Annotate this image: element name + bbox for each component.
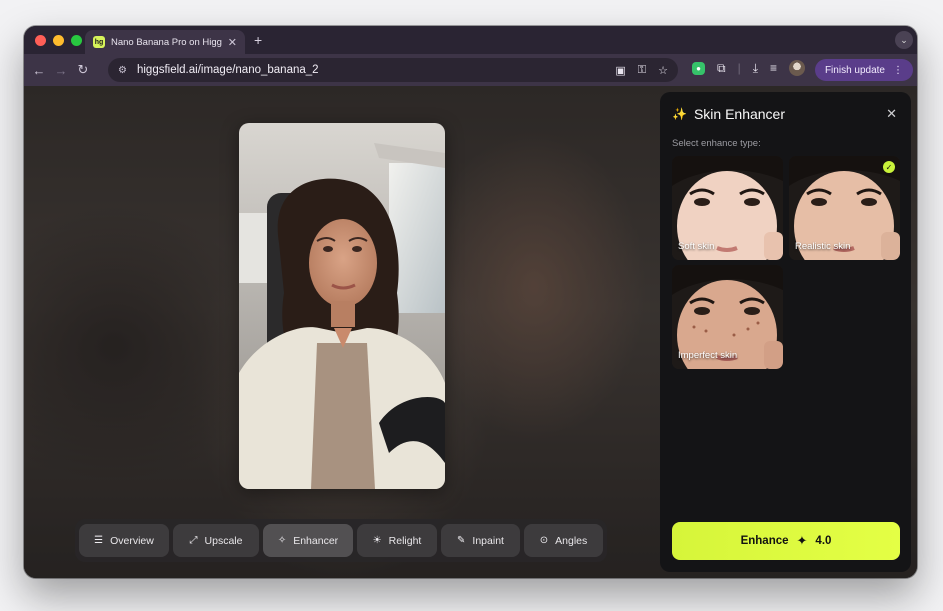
browser-window: hg Nano Banana Pro on Higgsfield ✕ + ⌄ ←… [24, 26, 917, 578]
site-settings-icon[interactable]: ⚙ [118, 65, 127, 76]
address-bar[interactable]: ⚙ higgsfield.ai/image/nano_banana_2 ▣ ⚿ … [108, 58, 678, 82]
tool-inpaint-label: Inpaint [472, 534, 504, 547]
finish-update-button[interactable]: Finish update ⋮ [814, 59, 913, 81]
selected-check-icon: ✓ [883, 161, 895, 173]
expand-icon: ⤢ [189, 535, 198, 546]
tab-title: Nano Banana Pro on Higgsfield [111, 36, 222, 48]
key-icon[interactable]: ⚿ [638, 64, 646, 77]
extension-icon[interactable]: ● [692, 61, 705, 75]
enhance-label: Enhance [740, 535, 789, 547]
image-tools-bar: ☰ Overview ⤢ Upscale ✧ Enhancer ☀ Religh… [75, 519, 607, 562]
url-text[interactable]: higgsfield.ai/image/nano_banana_2 [137, 64, 603, 76]
skin-enhancer-panel: ✨ Skin Enhancer ✕ Select enhance type: S… [660, 92, 911, 572]
light-icon: ☀ [372, 535, 382, 546]
camera-icon: ⊙ [539, 535, 549, 546]
magic-wand-icon: ✨ [672, 107, 687, 121]
profile-avatar[interactable] [789, 60, 806, 76]
finish-update-label: Finish update [824, 64, 885, 76]
media-queue-icon[interactable]: ≡ [770, 61, 777, 75]
reload-icon[interactable]: ↻ [72, 62, 94, 78]
window-controls [35, 34, 82, 46]
tool-upscale-button[interactable]: ⤢ Upscale [173, 524, 259, 557]
close-window-button[interactable] [35, 34, 46, 46]
brush-icon: ✎ [457, 535, 466, 546]
kebab-menu-icon: ⋮ [893, 64, 903, 76]
tab-close-icon[interactable]: ✕ [228, 36, 237, 49]
tool-upscale-label: Upscale [204, 534, 243, 547]
sparkle-icon: ✦ [796, 533, 808, 548]
new-tab-icon[interactable]: + [254, 32, 262, 48]
tool-angles-button[interactable]: ⊙ Angles [524, 524, 603, 557]
tool-overview-label: Overview [110, 534, 154, 547]
extensions-area: ● ⧉ | ⤓ ≡ [692, 60, 806, 76]
generated-portrait-image[interactable] [239, 123, 445, 489]
forward-icon[interactable]: → [50, 63, 72, 78]
tool-enhancer-label: Enhancer [293, 534, 339, 547]
zoom-window-button[interactable] [71, 34, 82, 46]
option-label: Soft skin [678, 241, 715, 252]
tool-angles-label: Angles [555, 534, 588, 547]
tool-relight-label: Relight [388, 534, 422, 547]
enhance-button[interactable]: Enhance ✦ 4.0 [672, 522, 900, 560]
back-icon[interactable]: ← [28, 63, 50, 78]
extensions-puzzle-icon[interactable]: ⧉ [717, 61, 726, 76]
option-soft-skin[interactable]: Soft skin [672, 156, 783, 260]
tool-overview-button[interactable]: ☰ Overview [79, 524, 169, 557]
tab-search-icon[interactable]: ⌄ [895, 31, 913, 49]
enhance-cost: 4.0 [815, 535, 832, 547]
tool-inpaint-button[interactable]: ✎ Inpaint [441, 524, 520, 557]
option-label: Imperfect skin [678, 350, 738, 361]
list-icon: ☰ [94, 535, 104, 546]
cast-icon[interactable]: ▣ [615, 64, 625, 77]
option-realistic-skin[interactable]: ✓ Realistic skin [789, 156, 900, 260]
panel-header: ✨ Skin Enhancer [672, 106, 785, 122]
panel-subtitle: Select enhance type: [672, 138, 761, 149]
tab-strip: hg Nano Banana Pro on Higgsfield ✕ + ⌄ [24, 26, 917, 54]
bookmark-star-icon[interactable]: ☆ [658, 64, 668, 77]
page-content: ☰ Overview ⤢ Upscale ✧ Enhancer ☀ Religh… [24, 86, 917, 578]
higgsfield-favicon-icon: hg [93, 36, 105, 48]
tool-enhancer-button[interactable]: ✧ Enhancer [263, 524, 353, 557]
option-label: Realistic skin [795, 241, 851, 252]
panel-title: Skin Enhancer [693, 106, 786, 122]
option-imperfect-skin[interactable]: Imperfect skin [672, 265, 783, 369]
download-icon[interactable]: ⤓ [753, 61, 758, 76]
tool-relight-button[interactable]: ☀ Relight [357, 524, 437, 557]
browser-tab[interactable]: hg Nano Banana Pro on Higgsfield ✕ [85, 30, 245, 54]
minimize-window-button[interactable] [53, 34, 64, 46]
toolbar-divider: | [737, 61, 741, 75]
wand-icon: ✧ [277, 535, 287, 546]
browser-toolbar: ← → ↻ ⚙ higgsfield.ai/image/nano_banana_… [24, 54, 917, 86]
close-panel-icon[interactable]: ✕ [886, 106, 897, 122]
